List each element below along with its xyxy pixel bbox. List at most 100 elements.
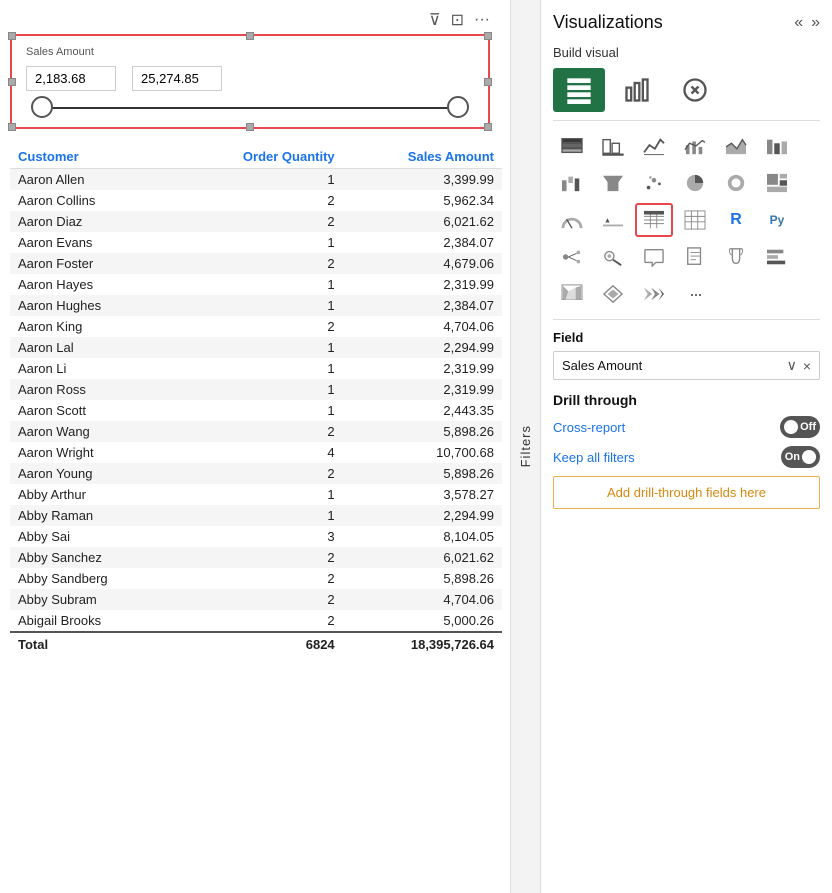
field-box: Sales Amount ∨ × xyxy=(553,351,820,380)
table-cell: Aaron Scott xyxy=(10,400,175,421)
viz-header: Visualizations « » xyxy=(553,12,820,33)
table-cell: 2 xyxy=(175,253,343,274)
chart-icon-bar-race[interactable] xyxy=(758,240,796,274)
table-cell: Abby Sai xyxy=(10,526,175,547)
viz-icon-table[interactable] xyxy=(553,68,605,112)
table-cell: Aaron Young xyxy=(10,463,175,484)
chart-icon-qa[interactable] xyxy=(635,240,673,274)
nav-forward-icon[interactable]: » xyxy=(811,14,820,32)
viz-icon-bar[interactable] xyxy=(611,68,663,112)
table-row: Aaron Li12,319.99 xyxy=(10,358,502,379)
resize-handle-tr[interactable] xyxy=(484,32,492,40)
table-row: Aaron Diaz26,021.62 xyxy=(10,211,502,232)
table-row: Aaron Evans12,384.07 xyxy=(10,232,502,253)
field-close-icon[interactable]: × xyxy=(803,358,811,374)
table-cell: 8,104.05 xyxy=(343,526,502,547)
field-chevron-icon[interactable]: ∨ xyxy=(787,357,797,374)
chart-icon-matrix[interactable] xyxy=(635,203,673,237)
table-row: Aaron Ross12,319.99 xyxy=(10,379,502,400)
table-cell: 5,898.26 xyxy=(343,421,502,442)
table-cell: 2,384.07 xyxy=(343,295,502,316)
viz-icon-analytics[interactable] xyxy=(669,68,721,112)
chart-icon-diamond[interactable] xyxy=(594,277,632,311)
table-cell: 2 xyxy=(175,568,343,589)
resize-handle-br[interactable] xyxy=(484,123,492,131)
chart-icon-funnel[interactable] xyxy=(594,166,632,200)
resize-handle-bl[interactable] xyxy=(8,123,16,131)
chart-icon-key-influencer[interactable] xyxy=(594,240,632,274)
keep-filters-toggle[interactable]: On xyxy=(781,446,820,468)
chart-icon-kpi[interactable]: ▲ xyxy=(594,203,632,237)
resize-handle-bm[interactable] xyxy=(246,123,254,131)
chart-icon-treemap[interactable] xyxy=(758,166,796,200)
range-slider-left-thumb[interactable] xyxy=(31,96,53,118)
drill-through-header: Drill through xyxy=(553,392,820,408)
table-cell: 4,679.06 xyxy=(343,253,502,274)
table-cell: 2 xyxy=(175,190,343,211)
chart-icon-paginated[interactable] xyxy=(676,240,714,274)
chart-icon-more[interactable]: ··· xyxy=(676,277,714,311)
add-drillthrough-label: Add drill-through fields here xyxy=(607,485,766,500)
range-min-input[interactable]: 2,183.68 xyxy=(26,66,116,91)
chart-icon-gauge[interactable] xyxy=(553,203,591,237)
table-cell: 2,319.99 xyxy=(343,358,502,379)
table-cell: 1 xyxy=(175,379,343,400)
chart-icon-bar2[interactable] xyxy=(594,129,632,163)
table-row: Aaron Collins25,962.34 xyxy=(10,190,502,211)
resize-handle-mr[interactable] xyxy=(484,78,492,86)
chart-icon-trophy[interactable] xyxy=(717,240,755,274)
field-box-icons: ∨ × xyxy=(787,357,811,374)
filters-tab[interactable]: Filters xyxy=(511,0,541,893)
resize-handle-ml[interactable] xyxy=(8,78,16,86)
table-cell: 2,319.99 xyxy=(343,379,502,400)
chart-icon-chevron[interactable] xyxy=(635,277,673,311)
chart-icon-line[interactable] xyxy=(635,129,673,163)
table-cell: Aaron Evans xyxy=(10,232,175,253)
chart-icon-area[interactable] xyxy=(717,129,755,163)
chart-icon-donut[interactable] xyxy=(717,166,755,200)
cross-report-toggle[interactable]: Off xyxy=(780,416,820,438)
resize-handle-tm[interactable] xyxy=(246,32,254,40)
table-cell: 5,000.26 xyxy=(343,610,502,632)
col-header-customer[interactable]: Customer xyxy=(10,145,175,169)
field-section-title: Field xyxy=(553,330,820,345)
table-row: Abby Subram24,704.06 xyxy=(10,589,502,610)
more-options-icon[interactable]: ··· xyxy=(474,11,490,29)
table-cell: Abby Subram xyxy=(10,589,175,610)
chart-icon-ribbon[interactable] xyxy=(758,129,796,163)
range-slider-track xyxy=(42,107,458,109)
table-cell: Abigail Brooks xyxy=(10,610,175,632)
chart-icon-scatter[interactable] xyxy=(635,166,673,200)
table-cell: 2 xyxy=(175,316,343,337)
chart-icon-pie[interactable] xyxy=(676,166,714,200)
table-row: Abby Arthur13,578.27 xyxy=(10,484,502,505)
expand-icon[interactable]: ⊡ xyxy=(451,10,464,30)
table-cell: 4,704.06 xyxy=(343,316,502,337)
table-cell: 3,578.27 xyxy=(343,484,502,505)
chart-icon-combo[interactable] xyxy=(676,129,714,163)
table-cell: Abby Sanchez xyxy=(10,547,175,568)
chart-icon-decomp[interactable] xyxy=(553,240,591,274)
table-footer-label: Total xyxy=(10,632,175,655)
col-header-sales-amount[interactable]: Sales Amount xyxy=(343,145,502,169)
table-cell: 1 xyxy=(175,274,343,295)
chart-icon-map[interactable] xyxy=(553,277,591,311)
nav-back-icon[interactable]: « xyxy=(794,14,803,32)
chart-icon-python[interactable]: Py xyxy=(758,203,796,237)
table-cell: 2 xyxy=(175,211,343,232)
chart-icon-table2[interactable] xyxy=(676,203,714,237)
table-cell: Aaron Allen xyxy=(10,169,175,191)
table-row: Aaron Hughes12,384.07 xyxy=(10,295,502,316)
filter-icon[interactable]: ⊽ xyxy=(429,10,441,30)
field-name: Sales Amount xyxy=(562,358,787,373)
add-drillthrough-box[interactable]: Add drill-through fields here xyxy=(553,476,820,509)
table-row: Abby Sanchez26,021.62 xyxy=(10,547,502,568)
range-max-input[interactable]: 25,274.85 xyxy=(132,66,222,91)
chart-icon-stacked-bar[interactable] xyxy=(553,129,591,163)
resize-handle-tl[interactable] xyxy=(8,32,16,40)
col-header-order-qty[interactable]: Order Quantity xyxy=(175,145,343,169)
range-slider-right-thumb[interactable] xyxy=(447,96,469,118)
table-cell: Aaron Diaz xyxy=(10,211,175,232)
chart-icon-waterfall[interactable] xyxy=(553,166,591,200)
chart-icon-r[interactable]: R xyxy=(717,203,755,237)
